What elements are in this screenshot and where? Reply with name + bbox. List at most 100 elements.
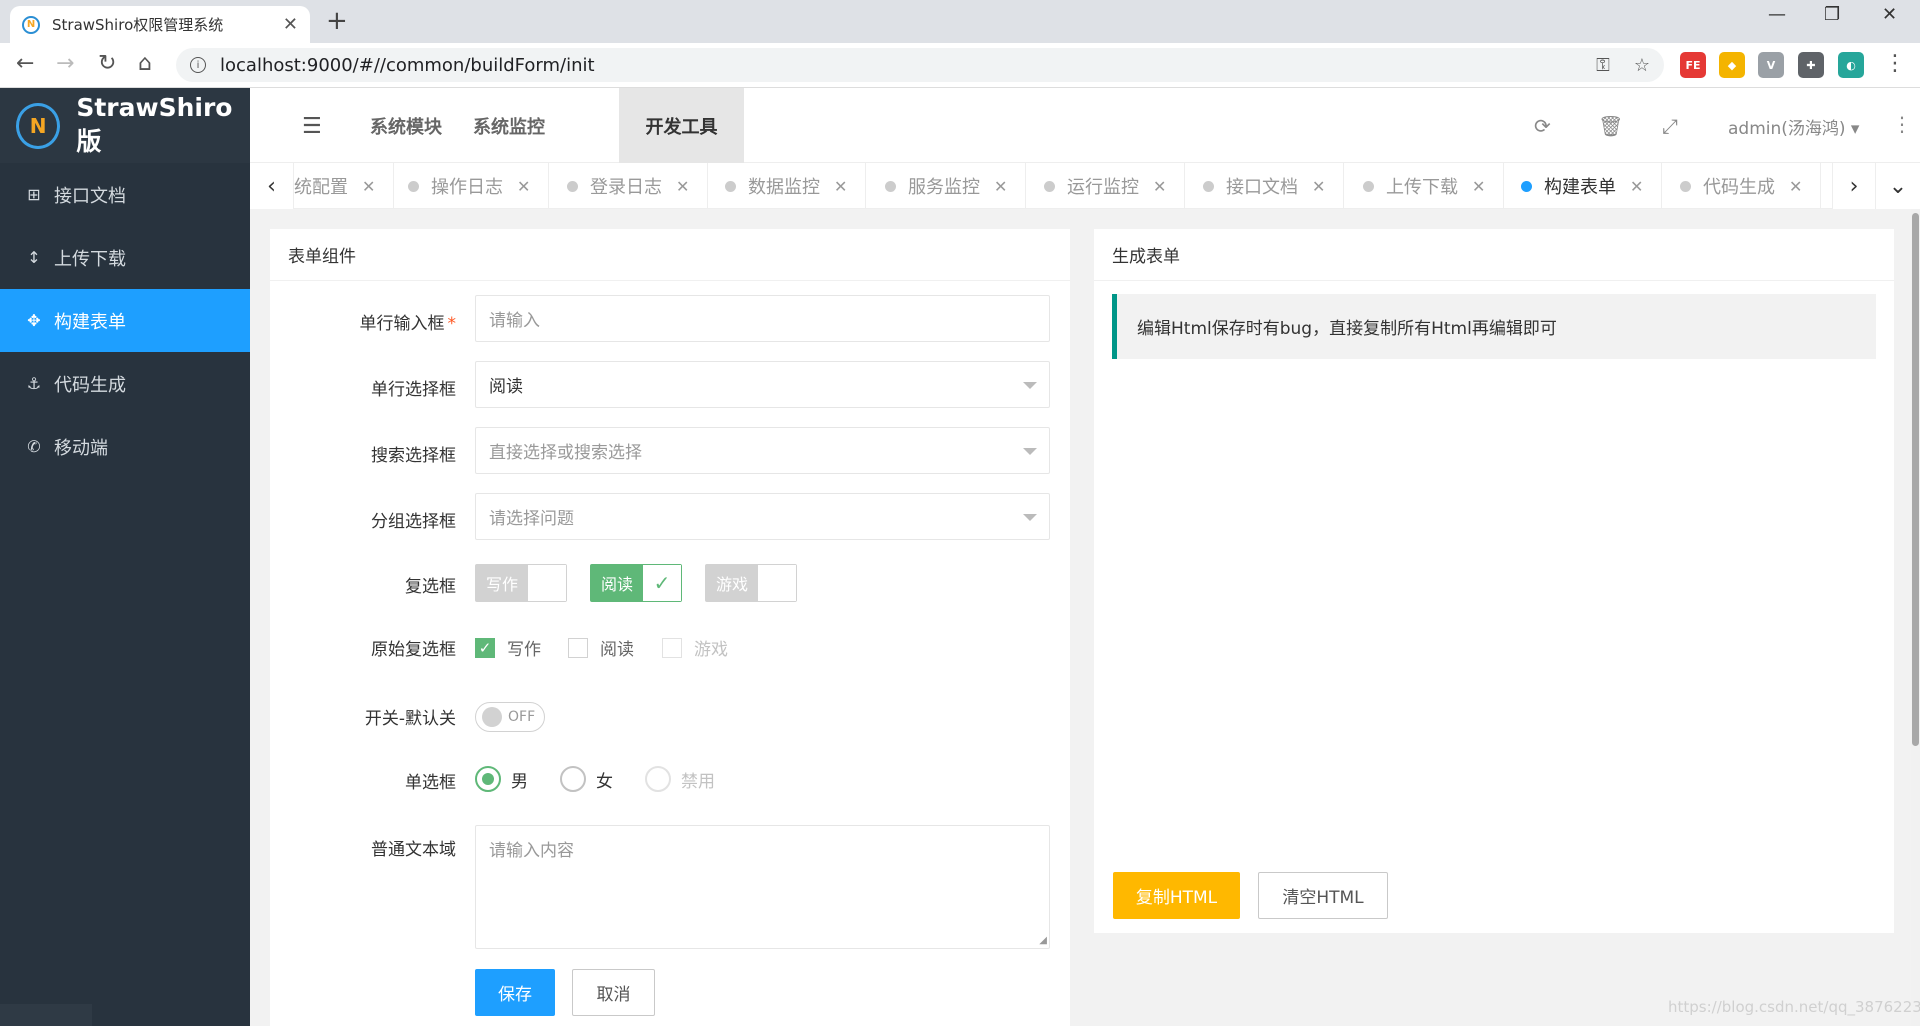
page-tab[interactable]: 上传下载 ✕: [1345, 163, 1505, 209]
reload-icon[interactable]: ↻: [98, 51, 116, 76]
extension-icon[interactable]: ◐: [1838, 52, 1864, 78]
search-select[interactable]: 直接选择或搜索选择: [475, 427, 1050, 474]
more-options-icon[interactable]: ⋮: [1892, 112, 1912, 136]
sidebar-item[interactable]: ✆ 移动端: [0, 415, 250, 478]
tabs-dropdown-icon[interactable]: ⌄: [1876, 163, 1920, 209]
back-icon[interactable]: ←: [16, 51, 34, 76]
page-tab[interactable]: 统配置 ✕: [294, 163, 395, 209]
copy-html-button[interactable]: 复制HTML: [1113, 872, 1240, 919]
watermark: https://blog.csdn.net/qq_3876223: [1668, 998, 1920, 1016]
radio-female[interactable]: 女: [560, 766, 613, 792]
resize-grip-icon[interactable]: ◢: [1039, 935, 1047, 946]
tab-status-dot: [885, 180, 896, 192]
close-tab-icon[interactable]: ✕: [994, 177, 1007, 196]
cancel-button[interactable]: 取消: [572, 969, 655, 1016]
close-tab-icon[interactable]: ✕: [283, 14, 298, 35]
extension-icon[interactable]: ◆: [1719, 52, 1745, 78]
sidebar-item[interactable]: ✥ 构建表单: [0, 289, 250, 352]
sidebar-item[interactable]: ⊞ 接口文档: [0, 163, 250, 226]
menu-toggle-icon[interactable]: ☰: [302, 114, 322, 139]
radio-circle: [645, 766, 671, 792]
brand-name: StrawShiro版: [76, 93, 233, 156]
form-card-title: 表单组件: [270, 229, 1070, 281]
close-tab-icon[interactable]: ✕: [517, 177, 530, 196]
minimize-icon[interactable]: —: [1768, 4, 1786, 25]
tabs-scroll-right-icon[interactable]: ›: [1832, 163, 1876, 209]
user-menu[interactable]: admin(汤海鸿) ▾: [1728, 114, 1859, 139]
trash-icon[interactable]: 🗑: [1598, 114, 1623, 138]
close-tab-icon[interactable]: ✕: [1472, 177, 1485, 196]
refresh-icon[interactable]: ⟳: [1534, 114, 1551, 138]
close-tab-icon[interactable]: ✕: [1630, 177, 1643, 196]
browser-menu-icon[interactable]: ⋮: [1884, 51, 1906, 76]
radio-male[interactable]: 男: [475, 766, 528, 792]
radio-circle: [560, 766, 586, 792]
page-tab[interactable]: 登录日志 ✕: [549, 163, 709, 209]
close-window-icon[interactable]: ✕: [1882, 4, 1897, 25]
omnibox[interactable]: i localhost:9000/#//common/buildForm/ini…: [176, 48, 1664, 82]
header-tab-system-monitor[interactable]: 系统监控: [448, 88, 570, 163]
browser-tab[interactable]: N StrawShiro权限管理系统 ✕: [10, 6, 310, 43]
radio-circle: [475, 766, 501, 792]
extension-icon[interactable]: V: [1758, 52, 1784, 78]
sidebar-item[interactable]: ⚓ 代码生成: [0, 352, 250, 415]
tabs-scroll-left-icon[interactable]: ‹: [250, 163, 294, 209]
primary-checkbox-reading[interactable]: 阅读: [568, 635, 634, 660]
user-name: admin(汤海鸿): [1728, 119, 1846, 139]
extension-icon[interactable]: ✚: [1798, 52, 1824, 78]
search-select-placeholder: 直接选择或搜索选择: [489, 443, 642, 463]
extension-icon[interactable]: FE: [1680, 52, 1706, 78]
primary-checkbox-writing[interactable]: ✓ 写作: [475, 635, 541, 660]
bookmark-star-icon[interactable]: ☆: [1634, 55, 1650, 76]
sidebar-item-label: 上传下载: [54, 248, 126, 270]
single-line-input[interactable]: 请输入: [475, 295, 1050, 342]
key-icon[interactable]: ⚿: [1596, 55, 1610, 76]
page-tab-label: 数据监控: [748, 177, 820, 198]
close-tab-icon[interactable]: ✕: [834, 177, 847, 196]
close-tab-icon[interactable]: ✕: [1789, 177, 1802, 196]
restore-icon[interactable]: ❐: [1824, 4, 1840, 25]
search-select-label: 搜索选择框: [371, 446, 456, 466]
checkbox-writing[interactable]: 写作: [475, 564, 568, 602]
save-button[interactable]: 保存: [475, 969, 555, 1016]
toggle-switch[interactable]: OFF: [475, 702, 545, 732]
new-tab-icon[interactable]: +: [326, 6, 348, 36]
primary-checkbox-gaming: 游戏: [662, 635, 728, 660]
page-tab[interactable]: 数据监控 ✕: [707, 163, 867, 209]
header-tab-dev-tools[interactable]: 开发工具: [619, 88, 744, 163]
checkbox-square: [662, 637, 682, 658]
browser-tab-title: StrawShiro权限管理系统: [52, 16, 224, 34]
close-tab-icon[interactable]: ✕: [362, 177, 375, 196]
group-select[interactable]: 请选择问题: [475, 493, 1050, 540]
page-tab-label: 服务监控: [908, 177, 980, 198]
group-select-label: 分组选择框: [371, 512, 456, 532]
close-tab-icon[interactable]: ✕: [676, 177, 689, 196]
radio-disabled: 禁用: [645, 766, 715, 792]
page-tab[interactable]: 代码生成 ✕: [1662, 163, 1822, 209]
page-tab-label: 登录日志: [590, 177, 662, 198]
page-tab[interactable]: 接口文档 ✕: [1185, 163, 1345, 209]
scrollbar-thumb[interactable]: [1912, 213, 1919, 746]
move-icon: ✥: [27, 311, 41, 330]
sitemap-icon: ⊞: [27, 185, 41, 204]
page-tab[interactable]: 服务监控 ✕: [867, 163, 1027, 209]
page-tab[interactable]: 构建表单 ✕: [1503, 163, 1663, 209]
textarea-label: 普通文本域: [371, 840, 456, 860]
page-tab[interactable]: 运行监控 ✕: [1026, 163, 1186, 209]
close-tab-icon[interactable]: ✕: [1312, 177, 1325, 196]
clear-html-button[interactable]: 清空HTML: [1258, 872, 1388, 919]
site-info-icon[interactable]: i: [190, 57, 206, 73]
checkbox-reading[interactable]: 阅读 ✓: [590, 564, 683, 602]
sidebar-item[interactable]: ↕ 上传下载: [0, 226, 250, 289]
single-select[interactable]: 阅读: [475, 361, 1050, 408]
home-icon[interactable]: ⌂: [138, 51, 152, 76]
page-scrollbar[interactable]: [1911, 209, 1920, 1026]
close-tab-icon[interactable]: ✕: [1153, 177, 1166, 196]
forward-icon[interactable]: →: [56, 51, 74, 76]
page-tab[interactable]: 操作日志 ✕: [390, 163, 550, 209]
checkbox-gaming[interactable]: 游戏: [705, 564, 798, 602]
fullscreen-icon[interactable]: ⤢: [1662, 114, 1678, 138]
radio-text: 禁用: [681, 771, 715, 792]
radio-text: 女: [596, 771, 613, 792]
plain-textarea[interactable]: 请输入内容 ◢: [475, 825, 1050, 949]
